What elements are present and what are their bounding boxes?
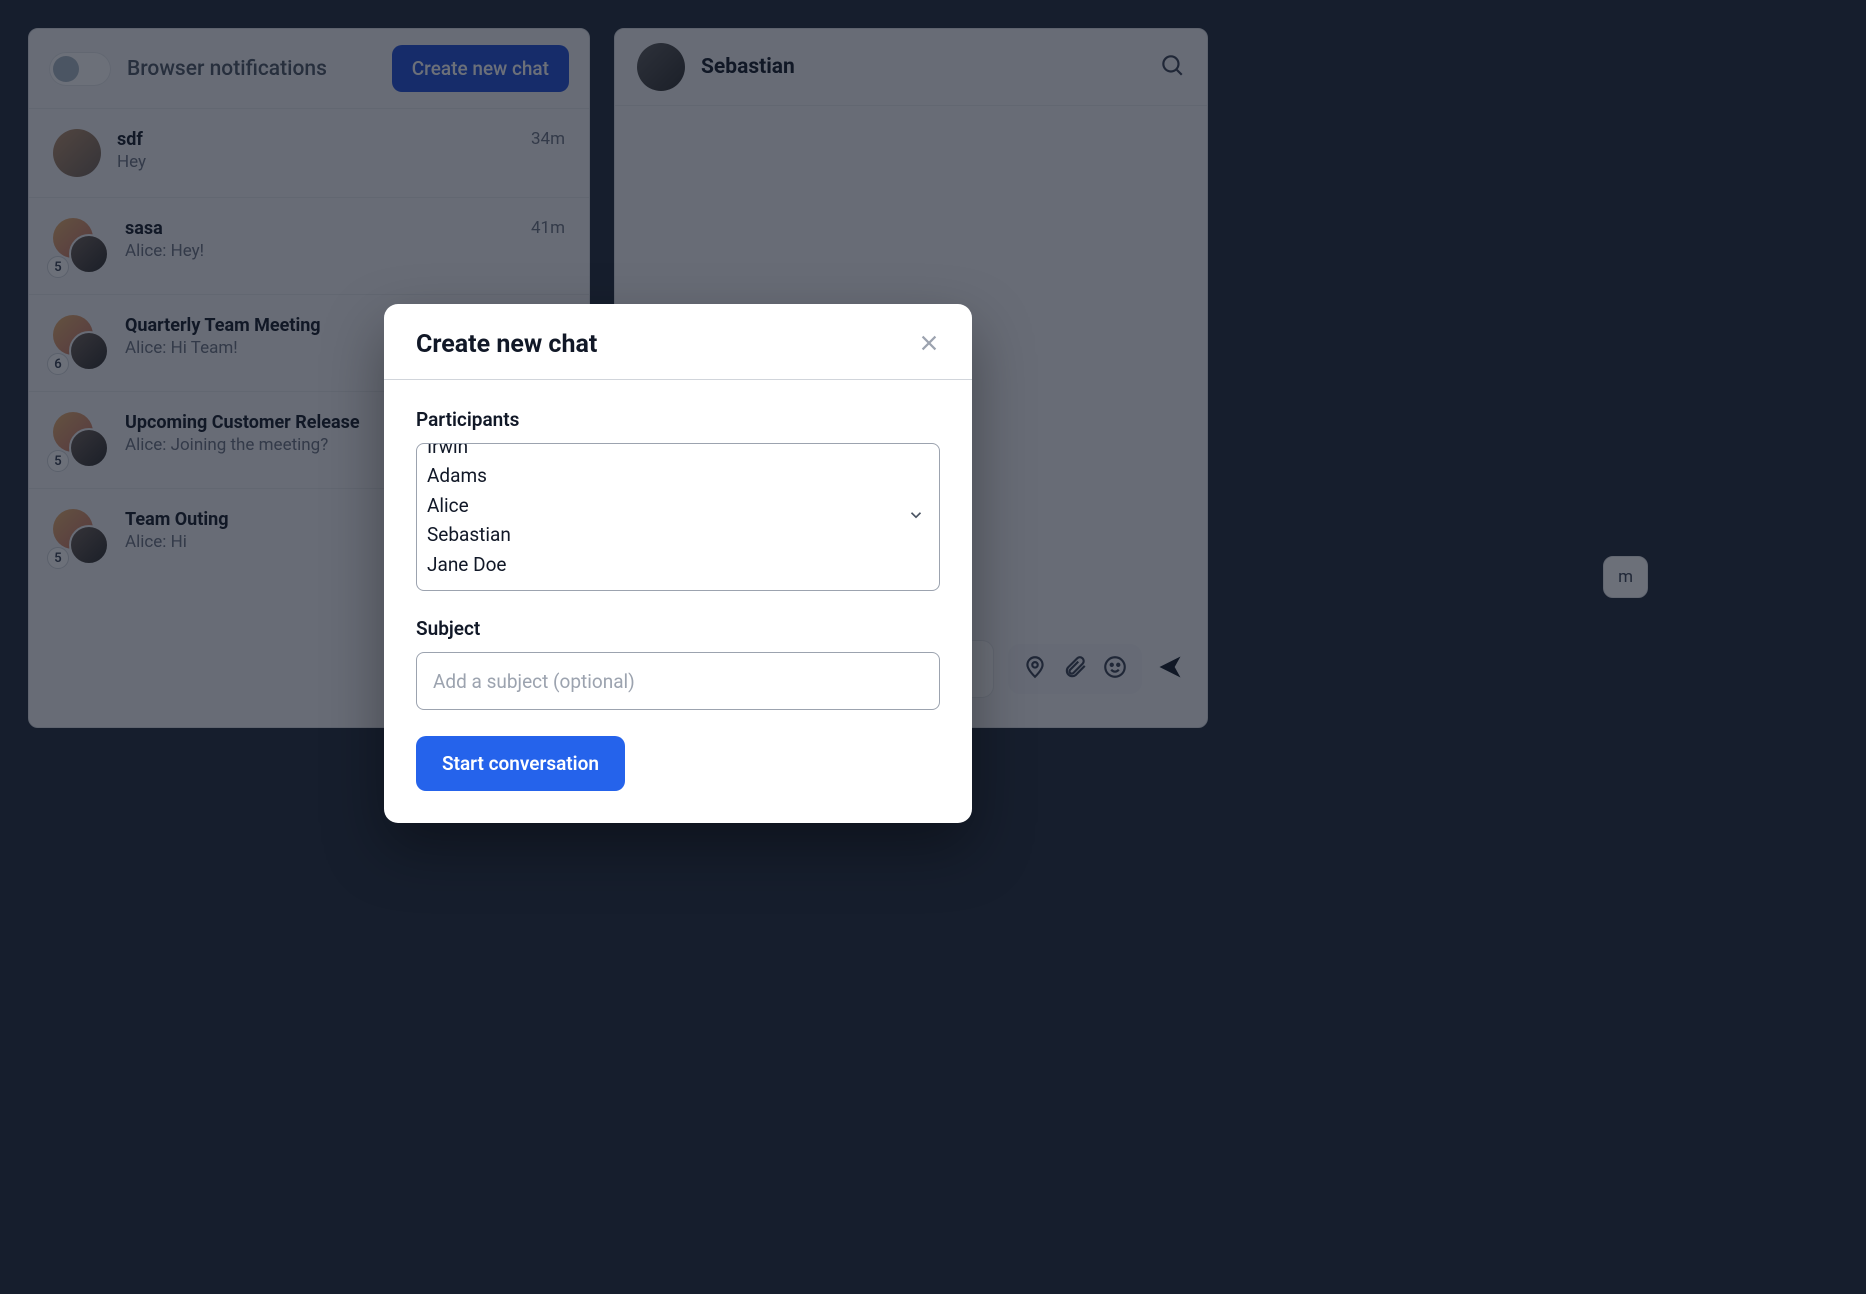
modal-title: Create new chat bbox=[416, 330, 597, 359]
start-conversation-button[interactable]: Start conversation bbox=[416, 736, 625, 791]
participant-option[interactable]: Irwin bbox=[427, 444, 929, 461]
subject-input[interactable] bbox=[416, 652, 940, 710]
create-chat-modal: Create new chat Participants Irwin Adams… bbox=[384, 304, 972, 823]
participant-option[interactable]: Sebastian bbox=[427, 520, 929, 549]
chevron-down-icon bbox=[907, 506, 925, 528]
participants-select[interactable]: Irwin Adams Alice Sebastian Jane Doe bbox=[416, 443, 940, 591]
participant-option[interactable]: Adams bbox=[427, 461, 929, 490]
subject-label: Subject bbox=[416, 617, 940, 640]
participants-label: Participants bbox=[416, 408, 940, 431]
toggle-knob bbox=[53, 56, 79, 82]
modal-header: Create new chat bbox=[384, 304, 972, 380]
participant-option[interactable]: Alice bbox=[427, 491, 929, 520]
participant-option[interactable]: Jane Doe bbox=[427, 550, 929, 579]
close-icon[interactable] bbox=[918, 332, 940, 358]
